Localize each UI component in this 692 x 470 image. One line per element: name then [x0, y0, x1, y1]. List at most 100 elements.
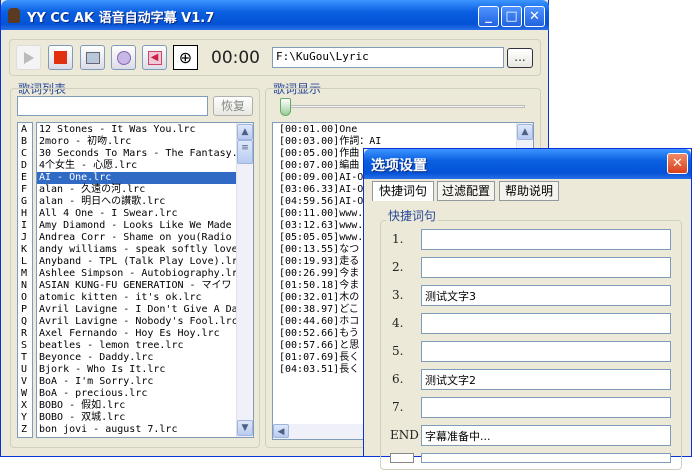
open-button[interactable] [80, 45, 105, 70]
letter-index-item[interactable]: T [18, 352, 32, 364]
phrase-input[interactable]: 测试文字2 [421, 369, 671, 390]
letter-index-item[interactable]: X [18, 400, 32, 412]
song-list-item[interactable]: Ashlee Simpson - Autobiography.lr [37, 268, 238, 280]
time-display: 00:00 [211, 48, 260, 68]
song-list-item[interactable]: BoA - I'm Sorry.lrc [37, 376, 236, 388]
letter-index-item[interactable]: L [18, 256, 32, 268]
browse-button[interactable]: ... [507, 48, 533, 68]
tab-help[interactable]: 帮助说明 [499, 181, 559, 201]
letter-index-item[interactable]: Q [18, 316, 32, 328]
letter-index-item[interactable]: N [18, 280, 32, 292]
dialog-title: 选项设置 [371, 158, 427, 174]
path-input[interactable]: F:\KuGou\Lyric [272, 47, 504, 68]
tab-quick-phrases[interactable]: 快捷词句 [372, 181, 434, 201]
phrase-label: END [390, 428, 419, 442]
scroll-down-button[interactable]: ▼ [237, 420, 253, 436]
phrase-input[interactable] [421, 257, 671, 278]
song-list-item[interactable]: Beyonce - Daddy.lrc [37, 352, 236, 364]
song-list-item[interactable]: BOBO - 双城.lrc [37, 412, 236, 424]
lyrics-slider-track[interactable] [280, 105, 525, 108]
lyric-line: [00:03.00]作詞：AI [279, 136, 382, 147]
song-list-item[interactable]: atomic kitten - it's ok.lrc [37, 292, 236, 304]
song-list-item[interactable]: Avril Lavigne - I Don't Give A Da [37, 304, 238, 316]
song-list-item[interactable]: 4个女生 - 心愿.lrc [37, 160, 236, 172]
song-list-item[interactable]: All 4 One - I Swear.lrc [37, 208, 236, 220]
target-icon: ⊕ [178, 47, 193, 67]
letter-index-item[interactable]: R [18, 328, 32, 340]
song-list-item[interactable]: ASIAN KUNG-FU GENERATION - マイワ [37, 280, 236, 292]
letter-index-item[interactable]: V [18, 376, 32, 388]
tab-filter-config[interactable]: 过滤配置 [437, 181, 495, 201]
options-dialog: 选项设置 ✕ 快捷词句 过滤配置 帮助说明 快捷词句 1. 2. 3. 测试文字… [363, 148, 692, 470]
song-list-item[interactable]: Amy Diamond - Looks Like We Made [37, 220, 236, 232]
play-button[interactable] [16, 45, 41, 70]
letter-index-item[interactable]: A [18, 124, 32, 136]
target-button[interactable]: ⊕ [173, 45, 198, 70]
song-search-input[interactable] [17, 96, 208, 116]
letter-index-item[interactable]: E [18, 172, 32, 184]
song-list-item[interactable]: alan - 久遠の河.lrc [37, 184, 236, 196]
letter-index-item[interactable]: W [18, 388, 32, 400]
song-list-item[interactable]: Andrea Corr - Shame on you(Radio [37, 232, 236, 244]
letter-index-item[interactable]: G [18, 196, 32, 208]
scroll-left-button[interactable]: ◀ [273, 424, 289, 438]
restore-button[interactable]: 恢复 [213, 96, 253, 116]
stop-button[interactable] [48, 45, 73, 70]
letter-index-item[interactable]: D [18, 160, 32, 172]
letter-index-item[interactable]: B [18, 136, 32, 148]
letter-index-item[interactable]: P [18, 304, 32, 316]
letter-index-item[interactable]: U [18, 364, 32, 376]
phrase-input[interactable] [421, 397, 671, 418]
song-list-item[interactable]: BOBO - 假如.lrc [37, 400, 236, 412]
phrase-input[interactable] [421, 313, 671, 334]
phrase-input[interactable]: 测试文字3 [421, 285, 671, 306]
phrase-input[interactable] [421, 453, 671, 463]
song-list-item[interactable]: Bjork - Who Is It.lrc [37, 364, 236, 376]
letter-index-item[interactable]: M [18, 268, 32, 280]
scroll-up-button[interactable]: ▲ [517, 124, 533, 140]
song-list-item[interactable]: bon jovi - august 7.lrc [37, 424, 236, 436]
letter-index-item[interactable]: I [18, 220, 32, 232]
letter-index-item[interactable]: Y [18, 412, 32, 424]
export-icon: ◀ [147, 50, 162, 65]
song-list-item[interactable]: AI - One.lrc [37, 172, 236, 184]
song-list-item[interactable]: 30 Seconds To Mars - The Fantasy. [37, 148, 238, 160]
maximize-button[interactable]: □ [501, 6, 522, 27]
phrase-input[interactable]: 字幕准备中... [421, 425, 671, 446]
letter-index-item[interactable]: Z [18, 424, 32, 436]
letter-index-item[interactable]: H [18, 208, 32, 220]
app-icon [8, 8, 20, 23]
stop-icon [54, 51, 67, 64]
song-list-item[interactable]: beatles - lemon tree.lrc [37, 340, 236, 352]
scroll-up-button[interactable]: ▲ [237, 124, 253, 140]
close-button[interactable]: ✕ [524, 6, 545, 27]
phrase-input[interactable] [421, 341, 671, 362]
phrase-label: 1. [392, 232, 404, 246]
letter-index-item[interactable]: J [18, 232, 32, 244]
settings-button[interactable] [111, 45, 136, 70]
scroll-thumb[interactable]: ≡ [237, 140, 253, 164]
letter-index-item[interactable]: O [18, 292, 32, 304]
song-list-item[interactable]: Axel Fernando - Hoy Es Hoy.lrc [37, 328, 236, 340]
song-list-item[interactable]: 12 Stones - It Was You.lrc [37, 124, 236, 136]
song-list-item[interactable]: Avril Lavigne - Nobody's Fool.lrc [37, 316, 238, 328]
phrase-label: 7. [392, 400, 404, 414]
phrase-input[interactable] [421, 229, 671, 250]
lyrics-slider-thumb[interactable] [280, 98, 291, 116]
song-list-item[interactable]: andy williams - speak softly love [37, 244, 238, 256]
settings-icon [116, 50, 131, 65]
export-button[interactable]: ◀ [142, 45, 167, 70]
letter-index-item[interactable]: F [18, 184, 32, 196]
song-list-item[interactable]: alan - 明日への讃歌.lrc [37, 196, 236, 208]
song-list-item[interactable]: BoA - precious.lrc [37, 388, 236, 400]
song-list-item[interactable]: 2moro - 初吻.lrc [37, 136, 236, 148]
song-list-scrollbar[interactable]: ▲ ≡ ▼ [236, 123, 253, 437]
minimize-button[interactable]: _ [478, 6, 499, 27]
extra-button[interactable] [390, 453, 414, 463]
letter-index-item[interactable]: C [18, 148, 32, 160]
dialog-close-button[interactable]: ✕ [667, 153, 688, 174]
letter-index-item[interactable]: S [18, 340, 32, 352]
song-list-item[interactable]: Anyband - TPL (Talk Play Love).lr [37, 256, 238, 268]
letter-index-item[interactable]: K [18, 244, 32, 256]
phrase-label: 3. [392, 288, 404, 302]
